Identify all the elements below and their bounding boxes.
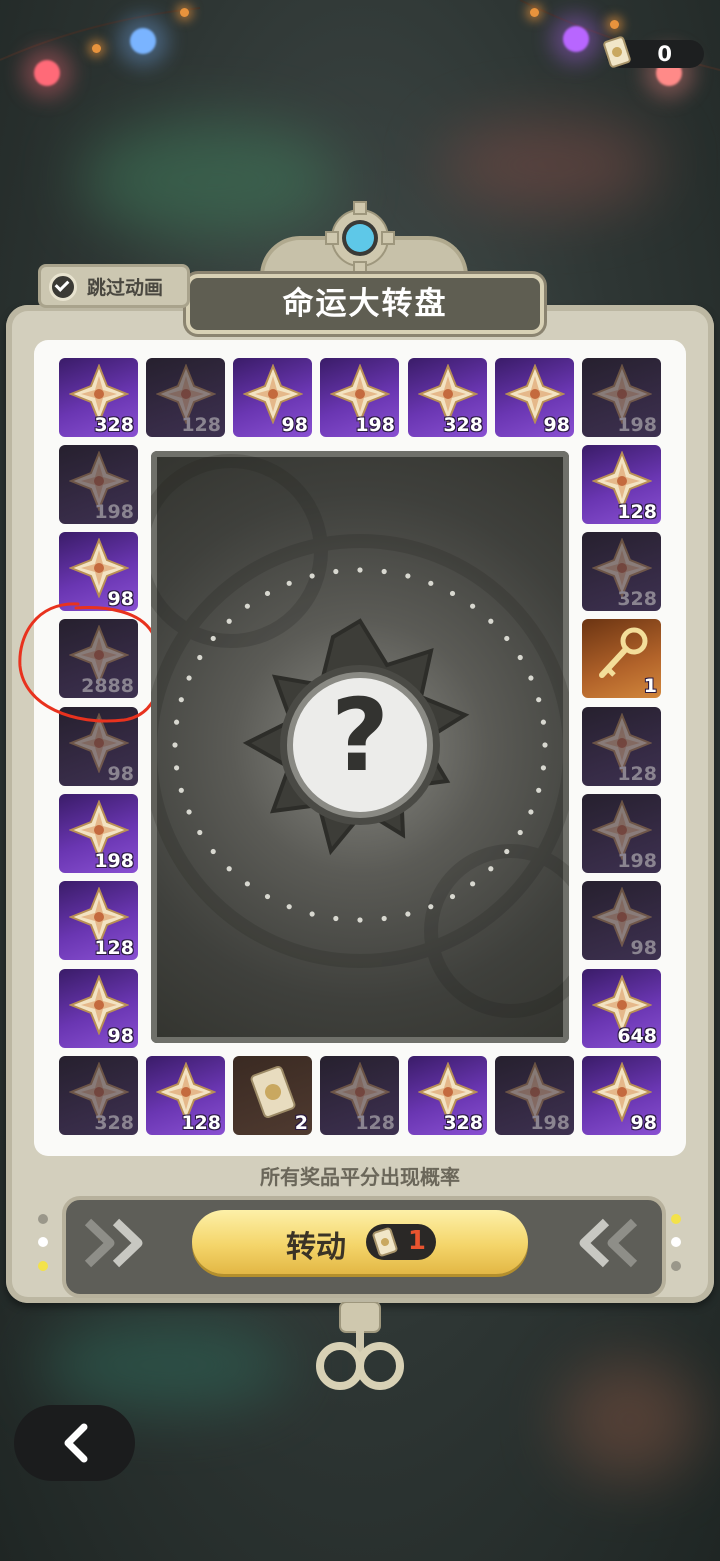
prize-cell: 328: [408, 1056, 487, 1135]
indicator-dot: [38, 1237, 48, 1247]
skip-animation-label: 跳过动画: [87, 277, 164, 299]
gear-ornament-icon: [325, 201, 395, 273]
prize-cell: 98: [582, 881, 661, 960]
skip-animation-toggle[interactable]: 跳过动画: [38, 264, 190, 308]
light-bulb: [34, 60, 60, 86]
prize-quantity: 98: [281, 414, 308, 436]
bottom-ornament: [316, 1302, 404, 1390]
indicator-dot: [671, 1261, 681, 1271]
prize-cell: 198: [59, 445, 138, 524]
background-blur: [440, 120, 660, 210]
prize-cell: 98: [233, 358, 312, 437]
spin-cost: 1: [407, 1226, 426, 1256]
spin-button-label: 转动: [286, 1230, 346, 1265]
question-mark-icon: ?: [330, 677, 389, 794]
page-title: 命运大转盘: [282, 286, 448, 322]
probability-note: 所有奖品平分出现概率: [260, 1165, 460, 1189]
prize-cell: 198: [320, 358, 399, 437]
chevron-right-double-icon: [84, 1218, 143, 1268]
checkbox-icon[interactable]: [49, 273, 77, 301]
prize-quantity: 98: [543, 414, 570, 436]
prize-quantity: 98: [107, 1025, 134, 1047]
prize-cell: 648: [582, 969, 661, 1048]
prize-quantity: 328: [94, 414, 134, 436]
prize-cell: 98: [495, 358, 574, 437]
prize-quantity: 128: [617, 763, 657, 785]
prize-cell: 128: [146, 358, 225, 437]
prize-quantity: 128: [617, 501, 657, 523]
prize-quantity: 198: [617, 850, 657, 872]
background-blur: [560, 1360, 700, 1480]
prize-cell: 198: [59, 794, 138, 873]
light-spark: [180, 8, 189, 17]
prize-quantity: 128: [94, 937, 134, 959]
prize-quantity: 328: [443, 414, 483, 436]
prize-cell: 128: [59, 881, 138, 960]
prize-quantity: 128: [181, 1112, 221, 1134]
light-bulb: [130, 28, 156, 54]
back-button[interactable]: [14, 1405, 135, 1481]
prize-quantity: 198: [617, 414, 657, 436]
prize-quantity: 198: [530, 1112, 570, 1134]
prize-cell: 198: [582, 358, 661, 437]
light-spark: [530, 8, 539, 17]
prize-quantity: 98: [107, 763, 134, 785]
indicator-dot: [38, 1261, 48, 1271]
prize-quantity: 128: [181, 414, 221, 436]
ticket-icon: [603, 36, 631, 68]
prize-quantity: 128: [355, 1112, 395, 1134]
prize-quantity: 328: [443, 1112, 483, 1134]
prize-quantity: 328: [94, 1112, 134, 1134]
light-spark: [610, 20, 619, 29]
prize-cell: 128: [146, 1056, 225, 1135]
ticket-icon: [372, 1227, 398, 1257]
prize-cell: 98: [59, 969, 138, 1048]
title-banner: 命运大转盘: [186, 274, 544, 334]
background-blur: [80, 120, 340, 240]
annotation-circle: [18, 602, 162, 723]
mystery-reward-panel: ?: [151, 451, 569, 1043]
prize-quantity: 328: [617, 588, 657, 610]
prize-cell: 198: [495, 1056, 574, 1135]
ticket-count: 0: [657, 42, 672, 66]
chevron-left-icon: [64, 1423, 88, 1463]
prize-cell: 198: [582, 794, 661, 873]
prize-cell: 128: [582, 707, 661, 786]
prize-cell: 128: [320, 1056, 399, 1135]
background-blur: [40, 1320, 290, 1410]
prize-cell: 328: [59, 358, 138, 437]
spin-cost-badge: 1: [366, 1224, 436, 1260]
prize-quantity: 2: [294, 1112, 308, 1134]
prize-quantity: 648: [617, 1025, 657, 1047]
ticket-counter: 0: [603, 36, 704, 68]
light-bulb: [563, 26, 589, 52]
prize-cell: 328: [408, 358, 487, 437]
prize-quantity: 198: [94, 501, 134, 523]
prize-cell: 328: [582, 532, 661, 611]
indicator-dot: [671, 1237, 681, 1247]
prize-cell: 128: [582, 445, 661, 524]
light-spark: [92, 44, 101, 53]
prize-cell: 328: [59, 1056, 138, 1135]
prize-quantity: 1: [643, 675, 657, 697]
prize-cell: 98: [582, 1056, 661, 1135]
spin-button[interactable]: 转动 1: [192, 1210, 528, 1274]
chevron-left-double-icon: [579, 1218, 638, 1268]
prize-quantity: 198: [94, 850, 134, 872]
prize-cell: 1: [582, 619, 661, 698]
indicator-dot: [38, 1214, 48, 1224]
prize-cell: 2: [233, 1056, 312, 1135]
prize-quantity: 98: [630, 937, 657, 959]
prize-quantity: 198: [355, 414, 395, 436]
indicator-dot: [671, 1214, 681, 1224]
prize-quantity: 98: [630, 1112, 657, 1134]
